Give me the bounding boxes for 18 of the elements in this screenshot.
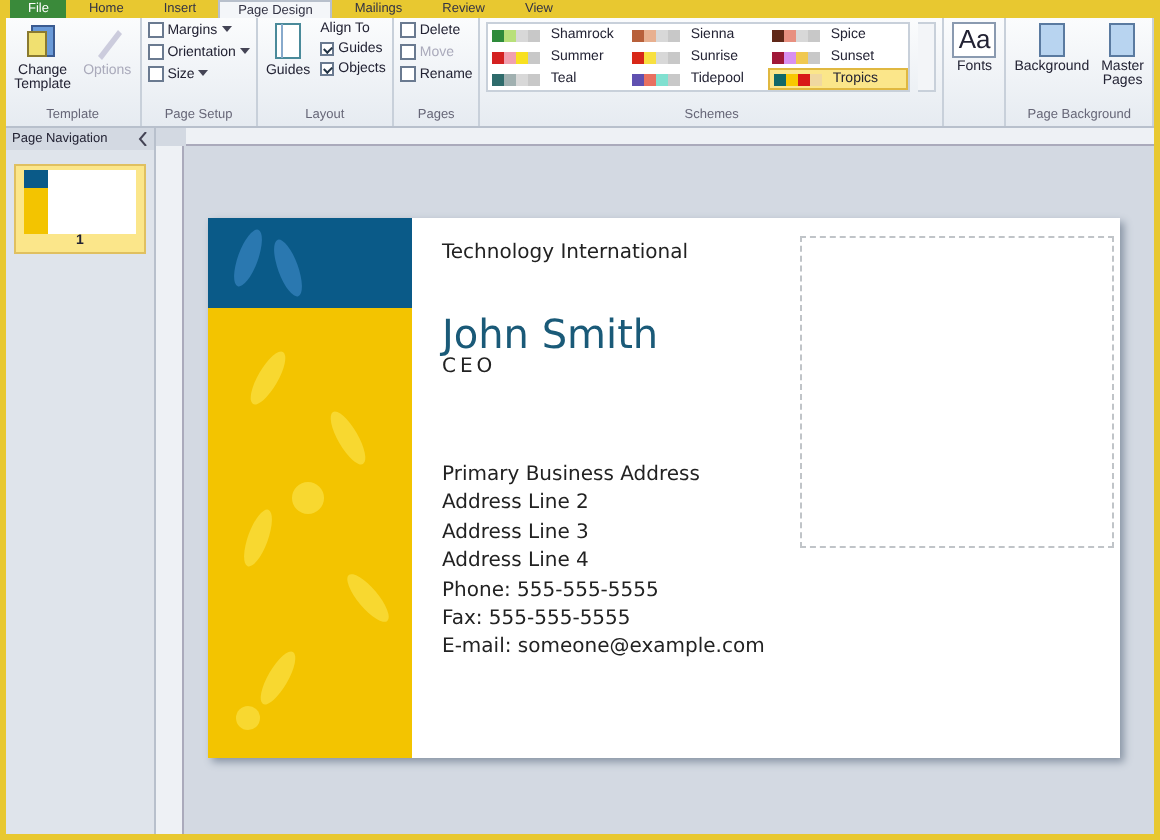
- collapse-icon[interactable]: [138, 132, 148, 146]
- caret-icon: [239, 48, 250, 56]
- page-icon: [1108, 22, 1137, 58]
- contact-line: Address Line 4: [442, 548, 591, 577]
- contact-line: E-mail: someone@example.com: [442, 634, 765, 663]
- contact-line: Address Line 3: [442, 519, 591, 548]
- caret-icon: [221, 26, 232, 34]
- job-title: CEO: [442, 356, 499, 378]
- company-name: Technology International: [442, 242, 691, 264]
- contact-line: Address Line 2: [442, 490, 591, 519]
- document-icon: [26, 22, 59, 62]
- contact-line: Primary Business Address: [442, 462, 702, 490]
- caret-icon: [198, 70, 209, 78]
- contact-line: Fax: 555-555-5555: [442, 606, 633, 635]
- guides-icon: [274, 22, 303, 62]
- contact-line: Phone: 555-555-5555: [442, 577, 661, 606]
- page-icon: [1037, 22, 1066, 58]
- person-name: John Smith: [442, 312, 661, 356]
